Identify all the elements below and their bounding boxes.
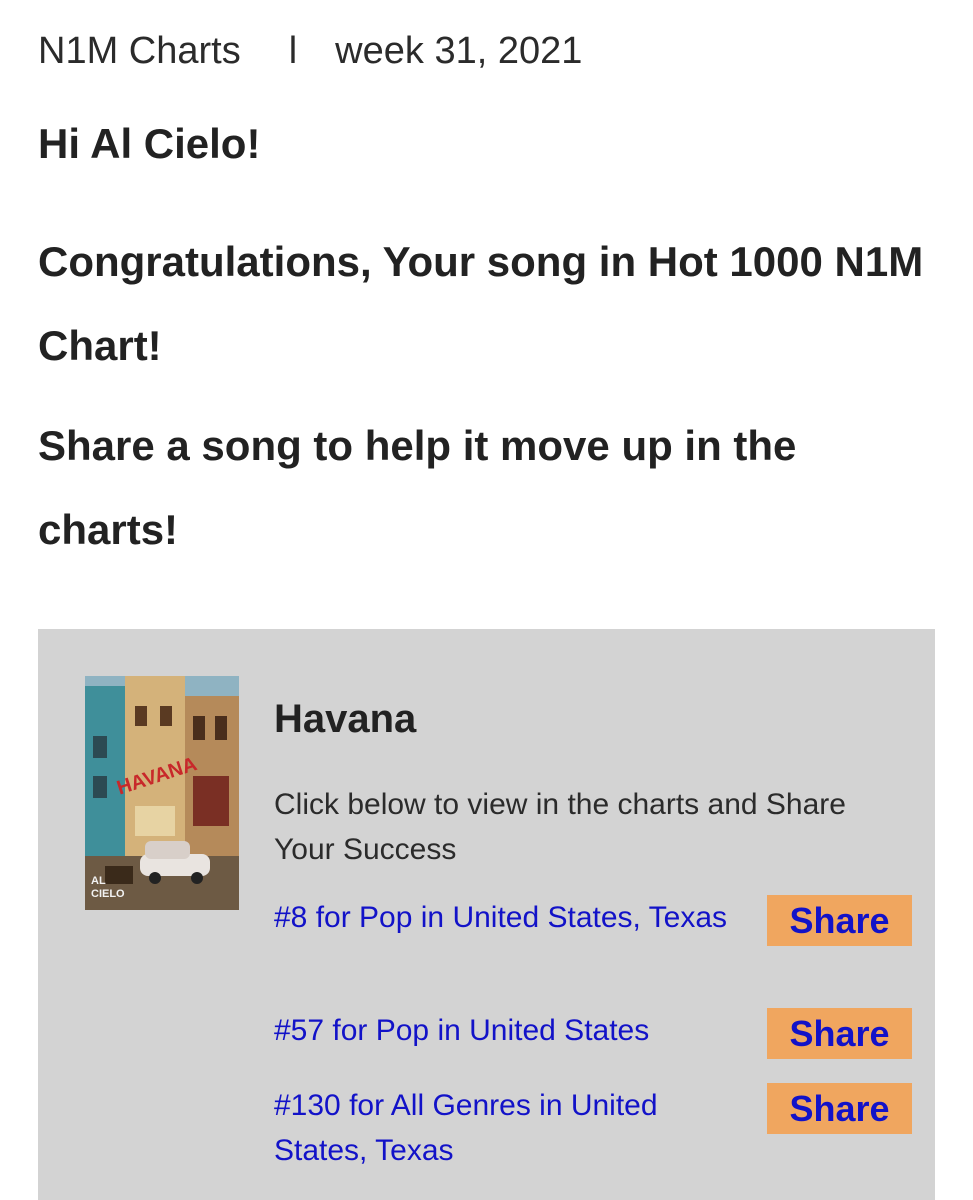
share-button-pop-texas[interactable]: Share xyxy=(767,895,912,946)
chart-week: week 31, 2021 xyxy=(335,30,583,72)
share-prompt-text: Share a song to help it move up in the c… xyxy=(38,422,797,553)
ranking-link-pop-us[interactable]: #57 for Pop in United States xyxy=(274,1008,734,1053)
ranking-link-pop-texas[interactable]: #8 for Pop in United States, Texas xyxy=(274,895,734,940)
header-separator: l xyxy=(288,30,298,72)
share-button-all-genres-texas[interactable]: Share xyxy=(767,1083,912,1134)
email-header: N1M Charts l week 31, 2021 xyxy=(38,28,582,74)
cover-artist-top: AL xyxy=(91,875,106,887)
brand-name: N1M Charts xyxy=(38,30,241,72)
song-title: Havana xyxy=(274,697,417,741)
album-cover[interactable]: HAVANA AL CIELO xyxy=(85,676,239,910)
chart-intro-text: Click below to view in the charts and Sh… xyxy=(274,788,846,866)
cover-artist-bottom: CIELO xyxy=(91,888,125,900)
congratulations-text: Congratulations, Your song in Hot 1000 N… xyxy=(38,238,924,369)
share-button-pop-us[interactable]: Share xyxy=(767,1008,912,1059)
ranking-link-all-genres-texas[interactable]: #130 for All Genres in United States, Te… xyxy=(274,1083,734,1173)
greeting-text: Hi Al Cielo! xyxy=(38,120,261,167)
song-panel: HAVANA AL CIELO Havana Click below to vi… xyxy=(38,629,935,1200)
album-cover-art: HAVANA AL CIELO xyxy=(85,676,239,910)
